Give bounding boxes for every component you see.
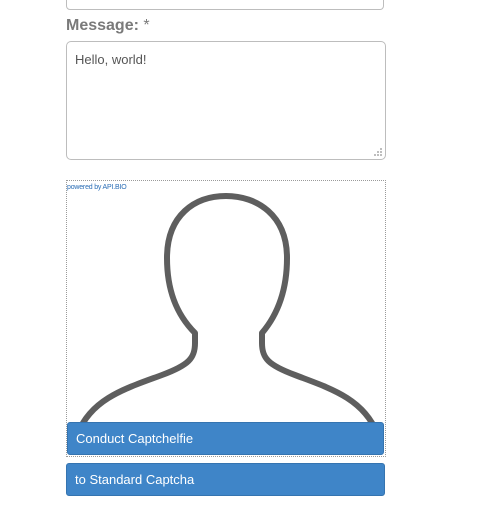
required-marker: * bbox=[143, 17, 150, 34]
conduct-captchelfie-button[interactable]: Conduct Captchelfie bbox=[67, 422, 384, 455]
message-label-text: Message: bbox=[66, 17, 139, 34]
standard-captcha-button[interactable]: to Standard Captcha bbox=[66, 463, 385, 496]
message-label: Message: * bbox=[66, 17, 150, 35]
previous-field-input[interactable] bbox=[66, 0, 384, 10]
captcha-camera-frame: powered by API.BIO bbox=[66, 180, 386, 457]
message-text: Hello, world! bbox=[75, 52, 147, 67]
message-textarea[interactable]: Hello, world! bbox=[66, 41, 386, 160]
page: Message: * Hello, world! powered by API.… bbox=[0, 0, 485, 521]
user-silhouette-icon bbox=[75, 193, 380, 436]
resize-grip-icon[interactable] bbox=[373, 147, 383, 157]
powered-by-link[interactable]: powered by API.BIO bbox=[67, 184, 127, 191]
